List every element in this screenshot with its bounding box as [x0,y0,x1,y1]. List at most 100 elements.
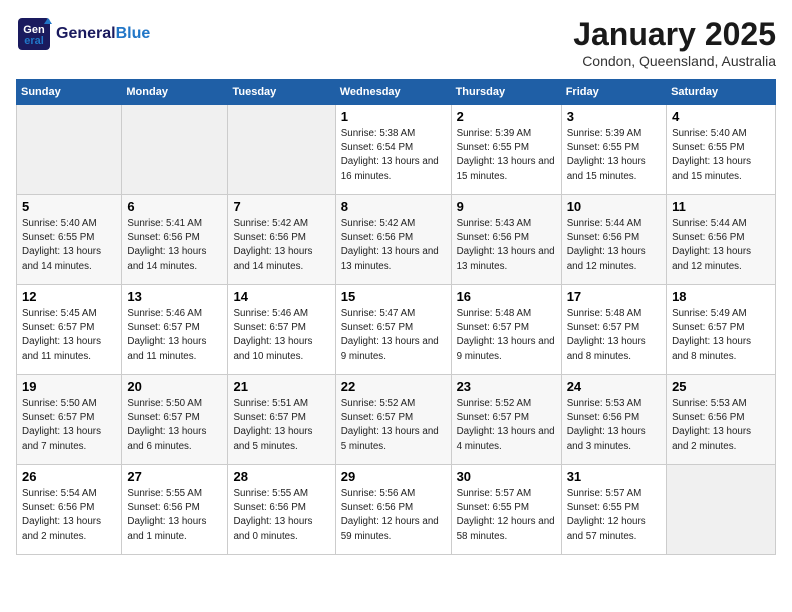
day-cell: 18 Sunrise: 5:49 AMSunset: 6:57 PMDayligh… [667,285,776,375]
day-detail: Sunrise: 5:40 AMSunset: 6:55 PMDaylight:… [672,127,770,184]
day-detail: Sunrise: 5:50 AMSunset: 6:57 PMDaylight:… [22,397,116,454]
day-cell: 25Sunrise: 5:53 AMSunset: 6:56 PMDayligh… [667,375,776,465]
title-area: January 2025 Condon, Queensland, Austral… [573,16,776,69]
day-number: 10 [567,199,661,214]
day-number: 30 [457,469,556,484]
day-cell: 8Sunrise: 5:42 AMSunset: 6:56 PMDaylight… [335,195,451,285]
day-detail: Sunrise: 5:42 AMSunset: 6:56 PMDaylight:… [341,217,446,274]
day-number: 18 [672,289,770,304]
day-cell: 24Sunrise: 5:53 AMSunset: 6:56 PMDayligh… [561,375,666,465]
col-tuesday: Tuesday [228,80,335,105]
day-number: 9 [457,199,556,214]
day-cell: 6Sunrise: 5:41 AMSunset: 6:56 PMDaylight… [122,195,228,285]
day-number: 2 [457,109,556,124]
day-number: 22 [341,379,446,394]
day-detail: Sunrise: 5:48 AMSunset: 6:57 PMDaylight:… [457,307,556,364]
day-cell: 29Sunrise: 5:56 AMSunset: 6:56 PMDayligh… [335,465,451,555]
day-cell: 27 Sunrise: 5:55 AMSunset: 6:56 PMDayligh… [122,465,228,555]
day-cell: 17 Sunrise: 5:48 AMSunset: 6:57 PMDayligh… [561,285,666,375]
week-row-2: 5 Sunrise: 5:40 AMSunset: 6:55 PMDaylight… [17,195,776,285]
month-title: January 2025 [573,16,776,53]
day-number: 27 [127,469,222,484]
day-cell: 14 Sunrise: 5:46 AMSunset: 6:57 PMDayligh… [228,285,335,375]
day-number: 26 [22,469,116,484]
day-number: 3 [567,109,661,124]
day-detail: Sunrise: 5:39 AMSunset: 6:55 PMDaylight:… [457,127,556,184]
week-row-4: 19 Sunrise: 5:50 AMSunset: 6:57 PMDayligh… [17,375,776,465]
day-number: 21 [233,379,329,394]
day-cell: 15 Sunrise: 5:47 AMSunset: 6:57 PMDayligh… [335,285,451,375]
week-row-1: 1 Sunrise: 5:38 AMSunset: 6:54 PMDaylight… [17,105,776,195]
day-number: 4 [672,109,770,124]
day-cell: 16 Sunrise: 5:48 AMSunset: 6:57 PMDayligh… [451,285,561,375]
day-detail: Sunrise: 5:40 AMSunset: 6:55 PMDaylight:… [22,217,116,274]
day-detail: Sunrise: 5:54 AMSunset: 6:56 PMDaylight:… [22,487,116,544]
day-detail: Sunrise: 5:47 AMSunset: 6:57 PMDaylight:… [341,307,446,364]
day-detail: Sunrise: 5:57 AMSunset: 6:55 PMDaylight:… [567,487,661,544]
day-cell: 23 Sunrise: 5:52 AMSunset: 6:57 PMDayligh… [451,375,561,465]
day-detail: Sunrise: 5:42 AMSunset: 6:56 PMDaylight:… [233,217,329,274]
header-row: Sunday Monday Tuesday Wednesday Thursday… [17,80,776,105]
day-cell: 1 Sunrise: 5:38 AMSunset: 6:54 PMDaylight… [335,105,451,195]
day-cell [17,105,122,195]
day-number: 6 [127,199,222,214]
week-row-3: 12Sunrise: 5:45 AMSunset: 6:57 PMDayligh… [17,285,776,375]
day-cell: 22 Sunrise: 5:52 AMSunset: 6:57 PMDayligh… [335,375,451,465]
day-cell [667,465,776,555]
day-cell: 5 Sunrise: 5:40 AMSunset: 6:55 PMDaylight… [17,195,122,285]
day-detail: Sunrise: 5:55 AMSunset: 6:56 PMDaylight:… [233,487,329,544]
day-cell: 11Sunrise: 5:44 AMSunset: 6:56 PMDayligh… [667,195,776,285]
day-cell: 28 Sunrise: 5:55 AMSunset: 6:56 PMDayligh… [228,465,335,555]
day-cell: 4 Sunrise: 5:40 AMSunset: 6:55 PMDaylight… [667,105,776,195]
day-cell: 3Sunrise: 5:39 AMSunset: 6:55 PMDaylight… [561,105,666,195]
day-number: 7 [233,199,329,214]
day-number: 1 [341,109,446,124]
day-detail: Sunrise: 5:56 AMSunset: 6:56 PMDaylight:… [341,487,446,544]
day-detail: Sunrise: 5:55 AMSunset: 6:56 PMDaylight:… [127,487,222,544]
day-number: 13 [127,289,222,304]
day-number: 23 [457,379,556,394]
day-number: 19 [22,379,116,394]
day-detail: Sunrise: 5:57 AMSunset: 6:55 PMDaylight:… [457,487,556,544]
day-detail: Sunrise: 5:44 AMSunset: 6:56 PMDaylight:… [672,217,770,274]
col-monday: Monday [122,80,228,105]
day-detail: Sunrise: 5:38 AMSunset: 6:54 PMDaylight:… [341,127,446,184]
day-number: 20 [127,379,222,394]
day-detail: Sunrise: 5:51 AMSunset: 6:57 PMDaylight:… [233,397,329,454]
day-number: 31 [567,469,661,484]
col-sunday: Sunday [17,80,122,105]
day-detail: Sunrise: 5:50 AMSunset: 6:57 PMDaylight:… [127,397,222,454]
day-number: 24 [567,379,661,394]
day-cell: 19 Sunrise: 5:50 AMSunset: 6:57 PMDayligh… [17,375,122,465]
day-number: 16 [457,289,556,304]
day-detail: Sunrise: 5:46 AMSunset: 6:57 PMDaylight:… [127,307,222,364]
col-saturday: Saturday [667,80,776,105]
logo-blue-text: Blue [116,25,151,42]
logo: Gen eral GeneralBlue [16,16,150,52]
col-friday: Friday [561,80,666,105]
day-detail: Sunrise: 5:46 AMSunset: 6:57 PMDaylight:… [233,307,329,364]
day-detail: Sunrise: 5:43 AMSunset: 6:56 PMDaylight:… [457,217,556,274]
day-cell [122,105,228,195]
day-cell: 10Sunrise: 5:44 AMSunset: 6:56 PMDayligh… [561,195,666,285]
day-detail: Sunrise: 5:48 AMSunset: 6:57 PMDaylight:… [567,307,661,364]
day-detail: Sunrise: 5:49 AMSunset: 6:57 PMDaylight:… [672,307,770,364]
calendar-table: Sunday Monday Tuesday Wednesday Thursday… [16,79,776,555]
logo-general: General [56,25,116,42]
day-cell: 7 Sunrise: 5:42 AMSunset: 6:56 PMDaylight… [228,195,335,285]
day-cell: 31 Sunrise: 5:57 AMSunset: 6:55 PMDayligh… [561,465,666,555]
day-number: 5 [22,199,116,214]
day-number: 15 [341,289,446,304]
page-header: Gen eral GeneralBlue January 2025 Condon… [16,16,776,69]
day-number: 14 [233,289,329,304]
day-detail: Sunrise: 5:52 AMSunset: 6:57 PMDaylight:… [341,397,446,454]
day-number: 17 [567,289,661,304]
week-row-5: 26 Sunrise: 5:54 AMSunset: 6:56 PMDayligh… [17,465,776,555]
day-cell: 20 Sunrise: 5:50 AMSunset: 6:57 PMDayligh… [122,375,228,465]
svg-text:eral: eral [24,35,44,47]
day-cell: 13 Sunrise: 5:46 AMSunset: 6:57 PMDayligh… [122,285,228,375]
location-subtitle: Condon, Queensland, Australia [573,53,776,69]
day-detail: Sunrise: 5:52 AMSunset: 6:57 PMDaylight:… [457,397,556,454]
day-number: 28 [233,469,329,484]
logo-icon: Gen eral [16,16,52,52]
